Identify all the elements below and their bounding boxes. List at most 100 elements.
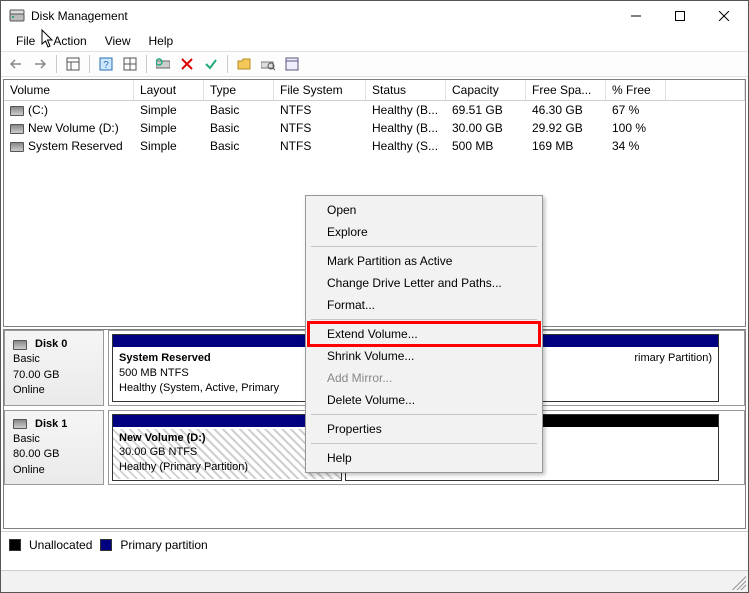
legend-label-unallocated: Unallocated: [29, 538, 92, 552]
menu-item-format[interactable]: Format...: [309, 294, 539, 316]
partition-size: 500 MB NTFS: [119, 366, 301, 381]
volume-capacity: 30.00 GB: [446, 120, 526, 136]
window-title: Disk Management: [31, 9, 614, 23]
svg-text:?: ?: [103, 60, 109, 71]
volume-fs: NTFS: [274, 138, 366, 154]
minimize-button[interactable]: [614, 2, 658, 30]
menubar: File Action View Help: [1, 31, 748, 51]
volume-status: Healthy (S...: [366, 138, 446, 154]
legend-swatch-primary: [100, 539, 112, 551]
disk-type: Basic: [13, 352, 95, 367]
partition-status: Healthy (System, Active, Primary: [119, 381, 301, 396]
partition-status: Healthy (Primary Partition): [119, 460, 335, 475]
volume-fs: NTFS: [274, 120, 366, 136]
search-disk-icon[interactable]: [257, 53, 279, 75]
volume-name: New Volume (D:): [28, 121, 119, 135]
menu-item-mark-active[interactable]: Mark Partition as Active: [309, 250, 539, 272]
partition-title: New Volume (D:): [119, 431, 335, 446]
volume-pctfree: 67 %: [606, 102, 666, 118]
toolbar-view-icon[interactable]: [62, 53, 84, 75]
volume-capacity: 500 MB: [446, 138, 526, 154]
disk-icon: [13, 419, 27, 429]
app-icon: [9, 8, 25, 24]
volume-free: 169 MB: [526, 138, 606, 154]
refresh-icon[interactable]: [152, 53, 174, 75]
close-button[interactable]: [702, 2, 746, 30]
forward-button[interactable]: [29, 53, 51, 75]
volume-layout: Simple: [134, 120, 204, 136]
statusbar: [1, 570, 748, 592]
volume-row[interactable]: (C:) SimpleBasicNTFSHealthy (B...69.51 GB…: [4, 101, 745, 119]
partition-size: 30.00 GB NTFS: [119, 445, 335, 460]
col-freespace[interactable]: Free Spa...: [526, 80, 606, 100]
disk-type: Basic: [13, 432, 95, 447]
col-pctfree[interactable]: % Free: [606, 80, 666, 100]
toolbar-grid-icon[interactable]: [119, 53, 141, 75]
volume-icon: [10, 142, 24, 152]
disk-size: 70.00 GB: [13, 368, 95, 383]
volume-type: Basic: [204, 120, 274, 136]
titlebar: Disk Management: [1, 1, 748, 31]
col-capacity[interactable]: Capacity: [446, 80, 526, 100]
col-layout[interactable]: Layout: [134, 80, 204, 100]
menu-item-change-drive-letter[interactable]: Change Drive Letter and Paths...: [309, 272, 539, 294]
volume-icon: [10, 106, 24, 116]
col-type[interactable]: Type: [204, 80, 274, 100]
menu-help[interactable]: Help: [140, 32, 183, 50]
volume-layout: Simple: [134, 138, 204, 154]
help-icon[interactable]: ?: [95, 53, 117, 75]
partition-title: System Reserved: [119, 351, 301, 366]
volume-type: Basic: [204, 102, 274, 118]
disk-status: Online: [13, 463, 95, 478]
toolbar: ?: [1, 51, 748, 77]
volume-free: 46.30 GB: [526, 102, 606, 118]
check-icon[interactable]: [200, 53, 222, 75]
menu-item-extend-volume[interactable]: Extend Volume...: [309, 323, 539, 345]
disk-status: Online: [13, 383, 95, 398]
menu-item-delete-volume[interactable]: Delete Volume...: [309, 389, 539, 411]
volume-status: Healthy (B...: [366, 102, 446, 118]
volume-name: (C:): [28, 103, 48, 117]
volume-pctfree: 34 %: [606, 138, 666, 154]
volume-free: 29.92 GB: [526, 120, 606, 136]
volume-type: Basic: [204, 138, 274, 154]
menu-item-explore[interactable]: Explore: [309, 221, 539, 243]
back-button[interactable]: [5, 53, 27, 75]
volume-row[interactable]: New Volume (D:) SimpleBasicNTFSHealthy (B…: [4, 119, 745, 137]
legend-label-primary: Primary partition: [120, 538, 207, 552]
partition-box[interactable]: System Reserved500 MB NTFSHealthy (Syste…: [112, 334, 308, 402]
menu-action[interactable]: Action: [44, 32, 95, 50]
folder-icon[interactable]: [233, 53, 255, 75]
volume-list-header: Volume Layout Type File System Status Ca…: [4, 80, 745, 101]
volume-status: Healthy (B...: [366, 120, 446, 136]
legend: Unallocated Primary partition: [1, 531, 748, 558]
menu-item-help[interactable]: Help: [309, 447, 539, 469]
disk-title: Disk 0: [35, 337, 67, 352]
disk-icon: [13, 340, 27, 350]
col-filesystem[interactable]: File System: [274, 80, 366, 100]
menu-item-add-mirror: Add Mirror...: [309, 367, 539, 389]
menu-item-shrink-volume[interactable]: Shrink Volume...: [309, 345, 539, 367]
delete-icon[interactable]: [176, 53, 198, 75]
legend-swatch-unallocated: [9, 539, 21, 551]
disk-title: Disk 1: [35, 417, 67, 432]
volume-fs: NTFS: [274, 102, 366, 118]
volume-row[interactable]: System Reserved SimpleBasicNTFSHealthy (S…: [4, 137, 745, 155]
disk-info-cell[interactable]: Disk 0 Basic 70.00 GB Online: [4, 330, 104, 406]
maximize-button[interactable]: [658, 2, 702, 30]
col-volume[interactable]: Volume: [4, 80, 134, 100]
menu-item-open[interactable]: Open: [309, 199, 539, 221]
context-menu: Open Explore Mark Partition as Active Ch…: [305, 195, 543, 473]
volume-layout: Simple: [134, 102, 204, 118]
disk-size: 80.00 GB: [13, 447, 95, 462]
volume-icon: [10, 124, 24, 134]
properties-icon[interactable]: [281, 53, 303, 75]
volume-pctfree: 100 %: [606, 120, 666, 136]
volume-name: System Reserved: [28, 139, 123, 153]
menu-view[interactable]: View: [96, 32, 140, 50]
disk-info-cell[interactable]: Disk 1 Basic 80.00 GB Online: [4, 410, 104, 486]
menu-item-properties[interactable]: Properties: [309, 418, 539, 440]
volume-capacity: 69.51 GB: [446, 102, 526, 118]
col-status[interactable]: Status: [366, 80, 446, 100]
menu-file[interactable]: File: [7, 32, 44, 50]
